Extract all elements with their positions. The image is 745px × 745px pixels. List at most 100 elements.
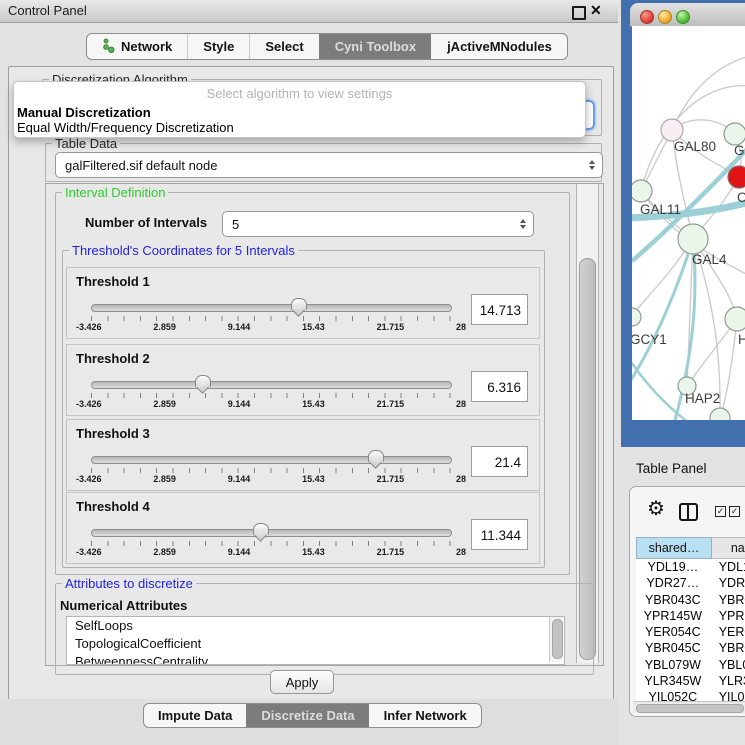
table-cell[interactable]: YPR145W — [636, 608, 710, 624]
table-row[interactable]: YBL079W YBL0 — [636, 657, 745, 673]
tab-select[interactable]: Select — [249, 34, 318, 59]
float-window-icon[interactable] — [572, 6, 586, 20]
network-window-titlebar[interactable] — [630, 3, 745, 27]
column-header-shared-name[interactable]: shared… — [636, 537, 712, 559]
table-cell[interactable]: YBR043C — [636, 592, 710, 608]
node-label[interactable]: GCY1 — [632, 332, 667, 347]
threshold-value-field[interactable]: 21.4 — [471, 446, 528, 477]
node-label[interactable]: GAL80 — [674, 139, 716, 154]
checkbox-icon[interactable]: ✓ — [715, 506, 726, 517]
threshold-row: Threshold 4 -3.4262.8599.14415.4321.7152… — [66, 492, 540, 564]
slider-thumb[interactable] — [291, 298, 307, 310]
table-data-combobox[interactable]: galFiltered.sif default node — [55, 152, 603, 178]
close-traffic-light-icon[interactable] — [640, 10, 654, 24]
table-cell[interactable]: YBL079W — [636, 657, 710, 673]
slider-ticks — [91, 393, 451, 398]
node-label[interactable]: GAL11 — [640, 202, 681, 217]
table-cell[interactable]: YER0 — [710, 624, 745, 640]
table-cell[interactable]: YBL0 — [710, 657, 745, 673]
dropdown-option-equal-width[interactable]: Equal Width/Frequency Discretization — [17, 120, 234, 135]
table-cell[interactable]: YDR27… — [636, 575, 710, 591]
threshold-value-field[interactable]: 11.344 — [471, 519, 528, 550]
gear-icon[interactable]: ⚙ — [647, 499, 665, 519]
control-panel-window: Control Panel ✕ Network Style Select — [0, 0, 618, 745]
table-row[interactable]: YPR145W YPR1 — [636, 608, 745, 624]
table-cell[interactable]: YDR2 — [710, 575, 745, 591]
threshold-slider[interactable] — [91, 304, 452, 312]
threshold-slider[interactable] — [91, 529, 452, 537]
table-row[interactable]: YIL052C YIL0 — [636, 689, 745, 701]
split-column-icon[interactable] — [679, 503, 698, 521]
table-cell[interactable]: YLR345W — [636, 673, 710, 689]
node-label-partial[interactable]: G — [734, 143, 745, 158]
node-label-partial[interactable]: C — [737, 190, 745, 205]
table-row[interactable]: YBR043C YBR0 — [636, 592, 745, 608]
attribute-list-item[interactable]: SelfLoops — [67, 617, 564, 635]
node-label[interactable]: HAP2 — [685, 391, 720, 406]
scrollbar-thumb[interactable] — [552, 619, 563, 659]
table-row[interactable]: YDL19… YDL1 — [636, 559, 745, 575]
tab-infer-network[interactable]: Infer Network — [369, 704, 481, 727]
table-row[interactable]: YLR345W YLR3 — [636, 673, 745, 689]
close-icon[interactable]: ✕ — [590, 2, 602, 19]
dropdown-option-manual-discretization[interactable]: Manual Discretization — [17, 105, 151, 120]
tick-label: 28 — [456, 399, 466, 409]
zoom-traffic-light-icon[interactable] — [676, 10, 690, 24]
table-cell[interactable]: YPR1 — [710, 608, 745, 624]
threshold-slider[interactable] — [91, 456, 452, 464]
spinner-arrows-icon[interactable] — [520, 216, 526, 232]
slider-thumb[interactable] — [253, 523, 269, 535]
tab-network[interactable]: Network — [87, 34, 187, 59]
network-canvas[interactable]: GAL80 G GAL11 C GAL4 GCY1 H HAP2 — [632, 26, 745, 420]
number-of-intervals-spinner[interactable]: 5 — [222, 211, 534, 237]
tab-style[interactable]: Style — [187, 34, 249, 59]
table-cell[interactable]: YBR0 — [710, 592, 745, 608]
attribute-list-item[interactable]: TopologicalCoefficient — [67, 635, 564, 653]
list-scrollbar[interactable] — [549, 617, 563, 662]
table-cell[interactable]: YDL19… — [636, 559, 710, 575]
tab-label: Discretize Data — [261, 708, 354, 723]
tab-label: Network — [121, 39, 172, 54]
slider-thumb[interactable] — [195, 375, 211, 387]
spinner-arrows-icon[interactable] — [589, 157, 595, 173]
table-row[interactable]: YER054C YER0 — [636, 624, 745, 640]
node-label[interactable]: GAL4 — [692, 252, 727, 267]
column-header-name[interactable]: name — [712, 537, 745, 559]
minimize-traffic-light-icon[interactable] — [658, 10, 672, 24]
tick-label: 21.715 — [377, 474, 405, 484]
apply-button[interactable]: Apply — [270, 670, 334, 694]
tab-impute-data[interactable]: Impute Data — [144, 704, 246, 727]
attribute-list-item[interactable]: BetweennessCentrality — [67, 653, 564, 665]
tab-discretize-data[interactable]: Discretize Data — [246, 704, 368, 727]
tick-label: 28 — [456, 322, 466, 332]
table-cell[interactable]: YBR045C — [636, 640, 710, 656]
tick-label: 2.859 — [153, 474, 176, 484]
table-cell[interactable]: YLR3 — [710, 673, 745, 689]
table-cell[interactable]: YIL0 — [710, 689, 745, 701]
slider-thumb[interactable] — [368, 450, 384, 462]
tab-cyni-toolbox[interactable]: Cyni Toolbox — [319, 34, 431, 59]
tab-jactivemnodules[interactable]: jActiveMNodules — [431, 34, 567, 59]
threshold-label: Threshold 2 — [76, 351, 150, 366]
table-row[interactable]: YDR27… YDR2 — [636, 575, 745, 591]
table-data-value: galFiltered.sif default node — [65, 158, 217, 173]
numerical-attributes-list[interactable]: SelfLoopsTopologicalCoefficientBetweenne… — [66, 616, 565, 665]
node-label-partial[interactable]: H — [738, 332, 745, 347]
tick-label: 21.715 — [377, 399, 405, 409]
threshold-value-field[interactable]: 6.316 — [471, 371, 528, 402]
table-cell[interactable]: YIL052C — [636, 689, 710, 701]
horizontal-scrollbar[interactable] — [633, 701, 745, 713]
table-cell[interactable]: YER054C — [636, 624, 710, 640]
table-cell[interactable]: YDL1 — [710, 559, 745, 575]
checkbox-icon[interactable]: ✓ — [729, 506, 740, 517]
tab-label: Style — [203, 39, 234, 54]
threshold-slider[interactable] — [91, 381, 452, 389]
tick-label: 15.43 — [302, 547, 325, 557]
table-row[interactable]: YBR045C YBR0 — [636, 640, 745, 656]
slider-scale: -3.4262.8599.14415.4321.71528 — [76, 547, 466, 557]
scrollbar-thumb[interactable] — [636, 704, 744, 713]
slider-scale: -3.4262.8599.14415.4321.71528 — [76, 474, 466, 484]
threshold-value-field[interactable]: 14.713 — [471, 294, 528, 325]
table-header: shared… name — [636, 537, 745, 559]
table-cell[interactable]: YBR0 — [710, 640, 745, 656]
